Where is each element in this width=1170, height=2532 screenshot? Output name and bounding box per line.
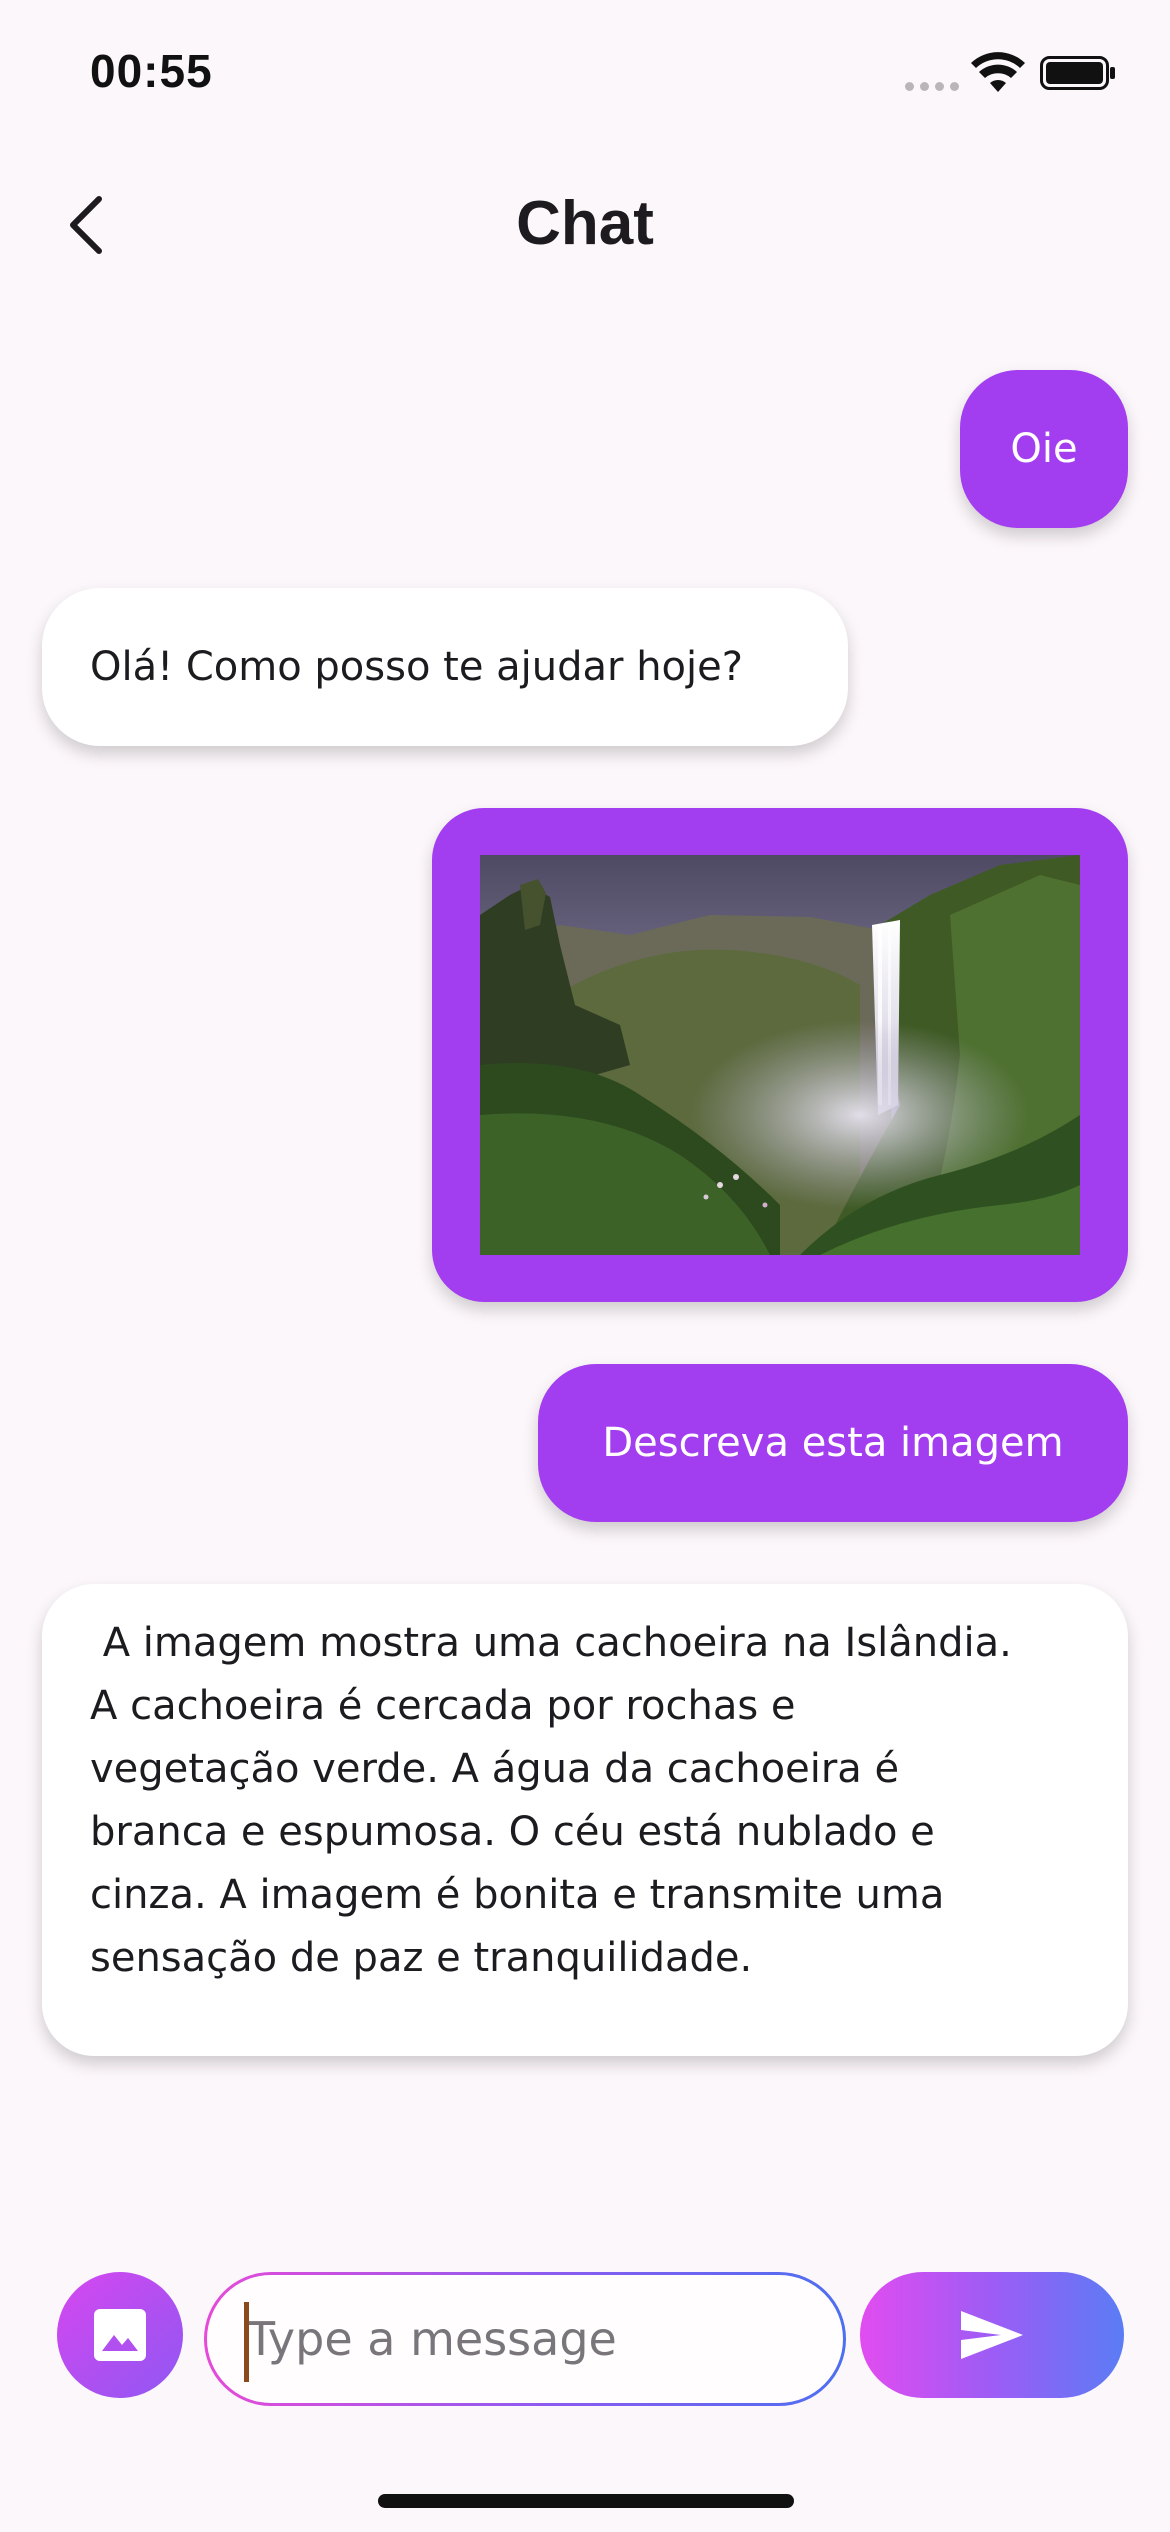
- message-bubble-user: Oie: [960, 370, 1128, 528]
- attach-image-button[interactable]: [57, 2272, 183, 2398]
- message-bubble-assistant: Olá! Como posso te ajudar hoje?: [42, 588, 848, 746]
- status-time: 00:55: [90, 45, 213, 97]
- waterfall-photo[interactable]: [480, 855, 1080, 1255]
- chat-screen: 00:55 Chat Oie Olá! Como posso te ajudar…: [0, 0, 1170, 2532]
- send-icon: [961, 2311, 1023, 2359]
- wifi-icon: [971, 52, 1025, 92]
- message-text: Descreva esta imagem: [602, 1419, 1064, 1466]
- home-indicator: [378, 2494, 794, 2508]
- message-text: Olá! Como posso te ajudar hoje?: [90, 643, 743, 690]
- cellular-signal-icon: [905, 82, 959, 91]
- message-bubble-user: Descreva esta imagem: [538, 1364, 1128, 1522]
- message-text: Oie: [1010, 425, 1078, 472]
- send-button[interactable]: [860, 2272, 1124, 2398]
- text-cursor: [244, 2302, 249, 2382]
- message-bubble-image: [432, 808, 1128, 1302]
- battery-icon: [1040, 56, 1115, 90]
- message-input-container: [204, 2272, 846, 2406]
- page-title: Chat: [516, 189, 654, 258]
- image-icon: [94, 2309, 146, 2361]
- message-bubble-assistant: A imagem mostra uma cachoeira na Islândi…: [42, 1584, 1128, 2056]
- message-input[interactable]: [207, 2275, 843, 2403]
